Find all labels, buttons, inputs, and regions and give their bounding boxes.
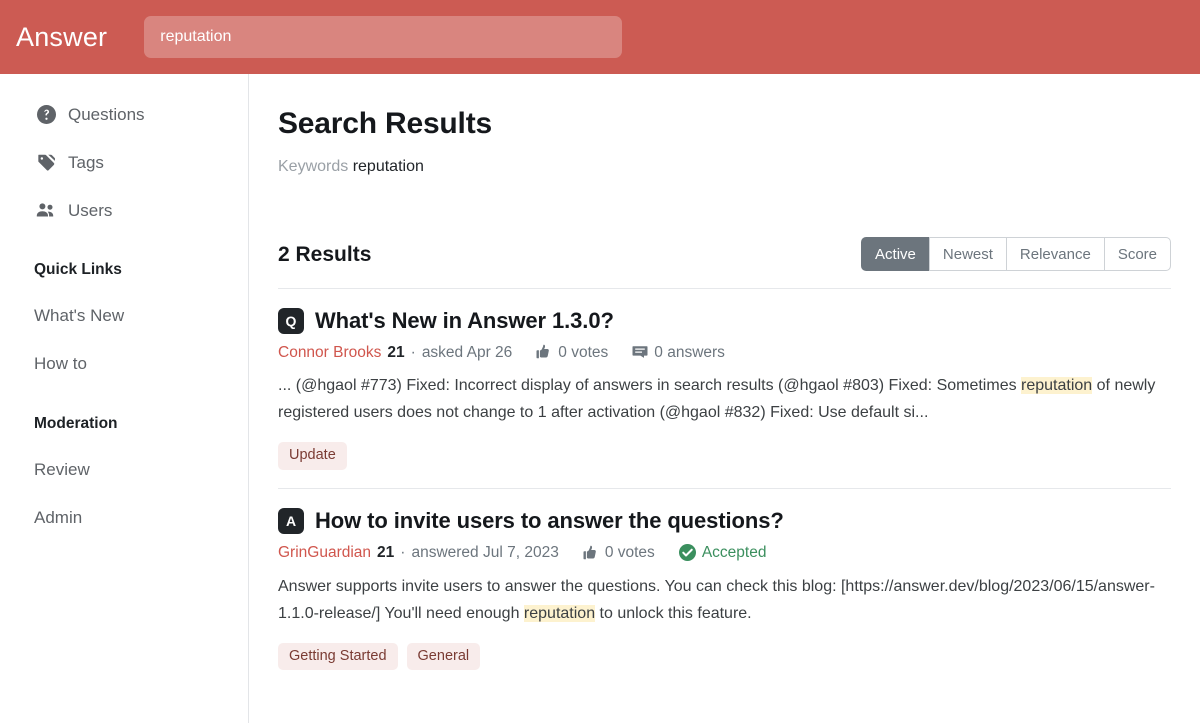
question-type-badge: Q	[278, 308, 304, 334]
app-logo[interactable]: Answer	[16, 24, 107, 51]
question-circle-icon	[34, 104, 58, 124]
votes-count: 0 votes	[605, 545, 655, 561]
tag-badge[interactable]: General	[407, 643, 481, 671]
result-header: Q What's New in Answer 1.3.0?	[278, 308, 1171, 334]
excerpt-text-before: ... (@hgaol #773) Fixed: Incorrect displ…	[278, 377, 1021, 394]
votes-count: 0 votes	[558, 345, 608, 361]
search-result-item: A How to invite users to answer the ques…	[278, 489, 1171, 689]
excerpt-text-after: to unlock this feature.	[595, 605, 752, 622]
result-tags: Update	[278, 442, 1171, 470]
tag-badge[interactable]: Update	[278, 442, 347, 470]
sidebar-heading-moderation: Moderation	[0, 408, 248, 440]
top-header: Answer	[0, 0, 1200, 74]
answers-stat: 0 answers	[632, 344, 725, 360]
results-count: 2 Results	[278, 244, 371, 265]
sort-option-newest[interactable]: Newest	[929, 237, 1006, 271]
sidebar-item-label: Users	[68, 202, 112, 219]
meta-separator: ·	[400, 545, 405, 561]
result-meta: Connor Brooks 21 · asked Apr 26 0 votes	[278, 344, 1171, 360]
sidebar-item-questions[interactable]: Questions	[0, 90, 248, 138]
votes-stat: 0 votes	[536, 344, 608, 360]
sidebar-heading-quick-links: Quick Links	[0, 254, 248, 286]
votes-stat: 0 votes	[583, 545, 655, 561]
result-meta: GrinGuardian 21 · answered Jul 7, 2023 0…	[278, 544, 1171, 561]
sort-option-relevance[interactable]: Relevance	[1006, 237, 1104, 271]
sidebar-item-tags[interactable]: Tags	[0, 138, 248, 186]
result-title[interactable]: What's New in Answer 1.3.0?	[315, 308, 614, 334]
sidebar-item-users[interactable]: Users	[0, 186, 248, 234]
sidebar-item-label: Questions	[68, 106, 145, 123]
page-title: Search Results	[278, 104, 1171, 143]
users-icon	[34, 200, 58, 220]
result-title[interactable]: How to invite users to answer the questi…	[315, 508, 784, 534]
search-container	[144, 16, 622, 58]
result-header: A How to invite users to answer the ques…	[278, 508, 1171, 534]
accepted-badge: Accepted	[679, 544, 767, 561]
sort-option-active[interactable]: Active	[861, 237, 929, 271]
answer-type-badge: A	[278, 508, 304, 534]
accepted-label: Accepted	[702, 545, 767, 561]
result-tags: Getting Started General	[278, 643, 1171, 671]
page-body: Questions Tags Users Quick Links What's …	[0, 74, 1200, 723]
author-link[interactable]: Connor Brooks	[278, 345, 381, 361]
answers-count: 0 answers	[654, 345, 725, 361]
answer-search-results-page: Answer Questions Tags	[0, 0, 1200, 723]
sidebar-item-how-to[interactable]: How to	[0, 340, 248, 388]
main-content: Search Results Keywords reputation 2 Res…	[249, 74, 1200, 723]
sidebar-item-review[interactable]: Review	[0, 446, 248, 494]
result-timestamp: asked Apr 26	[422, 345, 512, 361]
sort-button-group: Active Newest Relevance Score	[861, 237, 1171, 271]
comment-icon	[632, 344, 654, 360]
result-excerpt: ... (@hgaol #773) Fixed: Incorrect displ…	[278, 373, 1164, 427]
author-link[interactable]: GrinGuardian	[278, 545, 371, 561]
thumbs-up-icon	[583, 545, 605, 561]
thumbs-up-icon	[536, 344, 558, 360]
keywords-value: reputation	[353, 158, 424, 175]
sidebar-item-whats-new[interactable]: What's New	[0, 292, 248, 340]
results-toolbar: 2 Results Active Newest Relevance Score	[278, 237, 1171, 289]
search-input[interactable]	[144, 16, 622, 58]
author-reputation: 21	[377, 545, 394, 561]
author-reputation: 21	[387, 345, 404, 361]
result-excerpt: Answer supports invite users to answer t…	[278, 574, 1164, 628]
check-circle-icon	[679, 544, 702, 561]
result-timestamp: answered Jul 7, 2023	[411, 545, 558, 561]
keywords-row: Keywords reputation	[278, 159, 1171, 175]
sort-option-score[interactable]: Score	[1104, 237, 1171, 271]
search-result-item: Q What's New in Answer 1.3.0? Connor Bro…	[278, 289, 1171, 489]
keywords-label: Keywords	[278, 158, 348, 175]
tag-badge[interactable]: Getting Started	[278, 643, 398, 671]
sidebar-item-label: Tags	[68, 154, 104, 171]
sidebar: Questions Tags Users Quick Links What's …	[0, 74, 249, 723]
excerpt-highlight: reputation	[1021, 377, 1092, 394]
meta-separator: ·	[411, 345, 416, 361]
excerpt-highlight: reputation	[524, 605, 595, 622]
tag-icon	[34, 152, 58, 172]
sidebar-item-admin[interactable]: Admin	[0, 494, 248, 542]
